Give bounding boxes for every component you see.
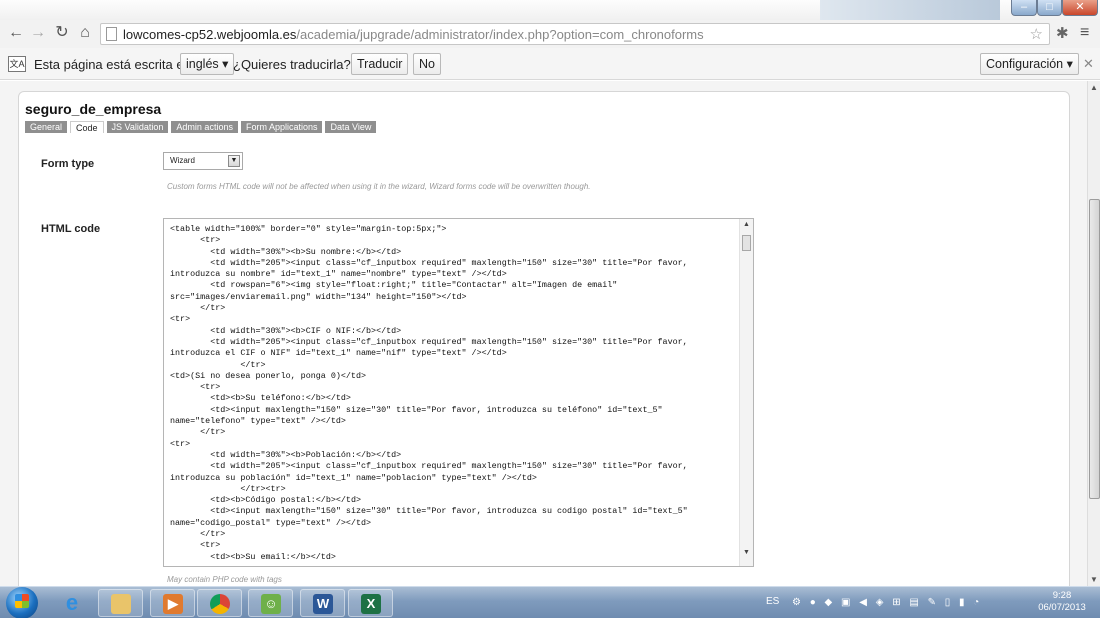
page-scrollbar[interactable]: ▲ ▼ [1087,81,1100,586]
scroll-up-icon[interactable]: ▲ [743,221,750,228]
html-code-editor[interactable]: <table width="100%" border="0" style="ma… [163,218,754,567]
form-type-select[interactable]: Wizard ▼ [163,152,243,170]
form-type-label: Form type [41,158,95,170]
form-title: seguro_de_empresa [25,101,162,117]
word-icon: W [313,594,333,614]
tray-language[interactable]: ES [766,596,779,607]
taskbar-word[interactable]: W [300,589,345,617]
code-scroll-thumb[interactable] [742,235,751,251]
windows-logo-icon [15,594,29,608]
translate-settings-button[interactable]: Configuración ▾ [980,53,1079,75]
taskbar-chrome[interactable] [197,589,242,617]
page-scroll-up-icon[interactable]: ▲ [1090,83,1098,92]
chrome-menu-icon[interactable]: ≡ [1080,24,1089,42]
page-icon [106,27,117,41]
tray-icons[interactable]: ⚙ ● ◆ ▣ ◀ ◈ ⊞ ▤ ✎ ▯ ▮ ◔ [792,597,982,608]
form-type-note: Custom forms HTML code will not be affec… [167,182,591,191]
maximize-button[interactable]: □ [1037,0,1062,16]
html-code-note: May contain PHP code with tags [167,575,282,584]
taskbar-media[interactable]: ▶ [150,589,195,617]
taskbar-ie[interactable]: e [50,589,95,617]
page-content: seguro_de_empresa General Code JS Valida… [0,81,1087,586]
excel-icon: X [361,594,381,614]
form-panel: seguro_de_empresa General Code JS Valida… [18,91,1070,586]
clock-date: 06/07/2013 [1038,602,1086,613]
tab-code[interactable]: Code [70,121,104,133]
tab-form-applications[interactable]: Form Applications [240,121,323,133]
folder-icon [111,594,131,614]
code-scrollbar[interactable]: ▲ ▼ [739,219,753,566]
taskbar-people[interactable]: ☺ [248,589,293,617]
no-translate-button[interactable]: No [413,53,441,75]
address-url: lowcomes-cp52.webjoomla.es/academia/jupg… [123,27,704,42]
clock-time: 9:28 [1052,590,1072,601]
html-code-text[interactable]: <table width="100%" border="0" style="ma… [170,224,738,563]
forward-icon[interactable]: → [28,23,48,43]
system-tray: ES ⚙ ● ◆ ▣ ◀ ◈ ⊞ ▤ ✎ ▯ ▮ ◔ 9:28 06/07/20… [766,587,1100,618]
chrome-icon [210,594,230,614]
chevron-down-icon: ▼ [228,155,240,167]
title-bar-glass [820,0,1000,20]
page-scroll-down-icon[interactable]: ▼ [1090,575,1098,584]
html-code-label: HTML code [41,223,101,235]
taskbar-excel[interactable]: X [348,589,393,617]
translate-question: ¿Quieres traducirla? [233,57,351,72]
extension-icon[interactable]: ✱ [1056,24,1069,42]
browser-toolbar: ← → ↻ ⌂ lowcomes-cp52.webjoomla.es/acade… [0,20,1100,48]
form-tabs: General Code JS Validation Admin actions… [25,121,377,133]
close-translate-icon[interactable]: ✕ [1083,56,1094,72]
address-bar[interactable]: lowcomes-cp52.webjoomla.es/academia/jupg… [100,23,1050,45]
tray-clock[interactable]: 9:28 06/07/2013 [1032,590,1092,614]
taskbar-explorer[interactable] [98,589,143,617]
people-icon: ☺ [261,594,281,614]
start-button[interactable] [6,587,38,618]
media-player-icon: ▶ [163,594,183,614]
internet-explorer-icon: e [65,590,79,615]
scroll-down-icon[interactable]: ▼ [743,549,750,556]
language-select[interactable]: inglés ▾ [180,53,235,75]
back-icon[interactable]: ← [6,23,26,43]
form-type-value: Wizard [170,156,195,165]
page-scroll-thumb[interactable] [1089,199,1100,499]
close-window-button[interactable]: ✕ [1062,0,1098,16]
minimize-button[interactable]: – [1011,0,1037,16]
reload-icon[interactable]: ↻ [52,23,72,43]
tab-admin-actions[interactable]: Admin actions [171,121,238,133]
tab-data-view[interactable]: Data View [325,121,377,133]
taskbar: e ▶ ☺ W X ES ⚙ ● ◆ ▣ ◀ ◈ ⊞ ▤ ✎ ▯ ▮ ◔ 9:2… [0,586,1100,618]
translate-button[interactable]: Traducir [351,53,409,75]
translate-icon: 文A [8,56,26,72]
tab-general[interactable]: General [25,121,68,133]
window-title-bar: – □ ✕ [0,0,1100,20]
home-icon[interactable]: ⌂ [75,23,95,43]
tab-js-validation[interactable]: JS Validation [106,121,169,133]
bookmark-star-icon[interactable]: ☆ [1030,25,1043,43]
translate-bar: 文A Esta página está escrita en inglés ▾ … [0,48,1100,80]
translate-message: Esta página está escrita en [34,57,191,72]
